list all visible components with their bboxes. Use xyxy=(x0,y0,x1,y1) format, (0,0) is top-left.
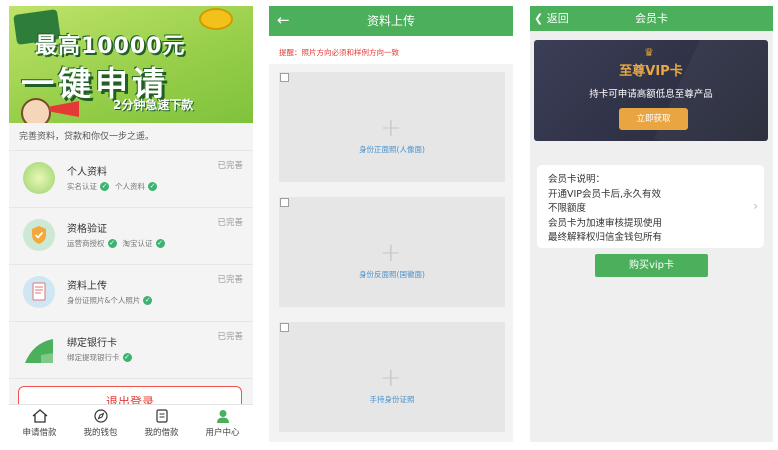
list-item-upload[interactable]: 资料上传 身份证照片&个人照片 ✓ 已完善 xyxy=(9,265,253,322)
banner-headline: 最高10000元 xyxy=(35,34,186,59)
item-title: 个人资料 xyxy=(67,167,107,178)
membership-info[interactable]: 会员卡说明： 开通VIP会员卡后,永久有效 不限额度 会员卡为加速审核提现使用 … xyxy=(537,165,764,248)
broken-image-icon xyxy=(280,323,289,332)
list-item-qualification[interactable]: 资格验证 运营商授权 ✓ 淘宝认证 ✓ 已完善 xyxy=(9,208,253,265)
crown-icon: ♛ xyxy=(644,46,654,59)
document-icon xyxy=(23,276,55,308)
banner-coin-decoration xyxy=(199,8,233,30)
status-badge: 已完善 xyxy=(217,218,243,228)
shield-icon xyxy=(23,219,55,251)
upload-caption: 身份正面照(人像面) xyxy=(359,145,425,154)
check-icon: ✓ xyxy=(122,353,132,362)
tab-label: 用户中心 xyxy=(205,428,240,438)
plus-icon: + xyxy=(380,238,402,268)
bank-card-icon xyxy=(23,333,55,365)
orientation-warning: 提醒：照片方向必须和样例方向一致 xyxy=(269,42,513,64)
item-subtitle: 身份证照片&个人照片 ✓ xyxy=(67,295,155,306)
upload-docs-screen: ← 资料上传 提醒：照片方向必须和样例方向一致 + 身份正面照(人像面) + 身… xyxy=(269,6,513,442)
header-bar: ← 资料上传 xyxy=(269,6,513,36)
sub-label: 身份证照片&个人照片 xyxy=(67,296,141,305)
tab-my-loans[interactable]: 我的借款 xyxy=(131,405,192,442)
vip-card-description: 持卡可申请高额低息至尊产品 xyxy=(589,89,713,100)
chevron-left-icon: ❮ xyxy=(534,12,547,25)
vip-card-name: 至尊VIP卡 xyxy=(619,64,683,79)
tab-apply-loan[interactable]: 申请借款 xyxy=(9,405,70,442)
back-label: 返回 xyxy=(546,12,569,25)
item-title: 绑定银行卡 xyxy=(67,338,117,349)
status-badge: 已完善 xyxy=(217,275,243,285)
buy-vip-button[interactable]: 购买vip卡 xyxy=(595,254,708,277)
banner-subtitle: 2分钟急速下款 xyxy=(113,98,194,112)
sub-label: 淘宝认证 xyxy=(122,239,153,248)
user-icon xyxy=(216,410,229,423)
sub-label: 运营商授权 xyxy=(67,239,105,248)
promo-banner[interactable]: 最高10000元 一键申请 2分钟急速下款 xyxy=(9,6,253,123)
upload-caption: 手持身份证照 xyxy=(369,395,415,404)
bill-icon xyxy=(155,409,168,423)
header-bar: ❮ 返回 会员卡 xyxy=(530,6,773,31)
info-line: 会员卡为加速审核提现使用 xyxy=(548,217,663,229)
compass-icon xyxy=(93,409,108,423)
vip-card-screen: ❮ 返回 会员卡 ♛ 至尊VIP卡 持卡可申请高额低息至尊产品 立即获取 会员卡… xyxy=(530,6,773,442)
info-line: 不限额度 xyxy=(548,203,587,214)
plus-icon: + xyxy=(380,363,402,393)
check-icon: ✓ xyxy=(107,239,117,248)
vip-card: ♛ 至尊VIP卡 持卡可申请高额低息至尊产品 立即获取 xyxy=(534,40,768,141)
upload-id-back[interactable]: + 身份反面照(国徽面) xyxy=(279,197,505,307)
item-title: 资料上传 xyxy=(67,281,107,292)
back-button[interactable]: ❮ 返回 xyxy=(534,10,569,26)
profile-icon xyxy=(23,162,55,194)
tab-user-center[interactable]: 用户中心 xyxy=(192,405,253,442)
broken-image-icon xyxy=(280,198,289,207)
info-line: 开通VIP会员卡后,永久有效 xyxy=(548,188,662,200)
chevron-right-icon: › xyxy=(753,199,758,213)
check-icon: ✓ xyxy=(143,296,153,305)
sub-label: 绑定提现银行卡 xyxy=(67,353,120,362)
tab-label: 我的借款 xyxy=(144,428,179,438)
banner-mascot-icon xyxy=(21,98,51,123)
info-line: 最终解释权归信金钱包所有 xyxy=(548,232,663,243)
user-center-screen: 最高10000元 一键申请 2分钟急速下款 完善资料，贷款和你仅一步之遥。 个人… xyxy=(9,6,253,442)
tab-my-wallet[interactable]: 我的钱包 xyxy=(70,405,131,442)
completion-tip: 完善资料，贷款和你仅一步之遥。 xyxy=(9,123,253,151)
tab-label: 我的钱包 xyxy=(83,428,118,438)
upload-id-front[interactable]: + 身份正面照(人像面) xyxy=(279,72,505,182)
sub-label: 实名认证 xyxy=(67,182,97,191)
item-subtitle: 绑定提现银行卡 ✓ xyxy=(67,352,135,363)
sub-label: 个人资料 xyxy=(115,182,145,191)
status-badge: 已完善 xyxy=(217,161,243,171)
home-icon xyxy=(32,409,47,423)
get-now-button[interactable]: 立即获取 xyxy=(619,108,688,130)
info-heading: 会员卡说明： xyxy=(548,174,606,185)
list-item-personal-info[interactable]: 个人资料 实名认证 ✓ 个人资料 ✓ 已完善 xyxy=(9,151,253,208)
item-subtitle: 运营商授权 ✓ 淘宝认证 ✓ xyxy=(67,238,168,249)
upload-caption: 身份反面照(国徽面) xyxy=(359,270,425,279)
upload-handheld-id[interactable]: + 手持身份证照 xyxy=(279,322,505,432)
back-arrow-icon[interactable]: ← xyxy=(277,12,290,28)
bottom-tabbar: 申请借款 我的钱包 我的借款 用户中心 xyxy=(9,404,253,442)
status-badge: 已完善 xyxy=(217,332,243,342)
check-icon: ✓ xyxy=(148,182,157,191)
check-icon: ✓ xyxy=(100,182,109,191)
broken-image-icon xyxy=(280,73,289,82)
list-item-bank-card[interactable]: 绑定银行卡 绑定提现银行卡 ✓ 已完善 xyxy=(9,322,253,379)
item-title: 资格验证 xyxy=(67,224,107,235)
plus-icon: + xyxy=(380,113,402,143)
page-title: 资料上传 xyxy=(366,14,415,28)
item-subtitle: 实名认证 ✓ 个人资料 ✓ xyxy=(67,181,160,192)
check-icon: ✓ xyxy=(155,239,165,248)
tab-label: 申请借款 xyxy=(22,428,57,438)
